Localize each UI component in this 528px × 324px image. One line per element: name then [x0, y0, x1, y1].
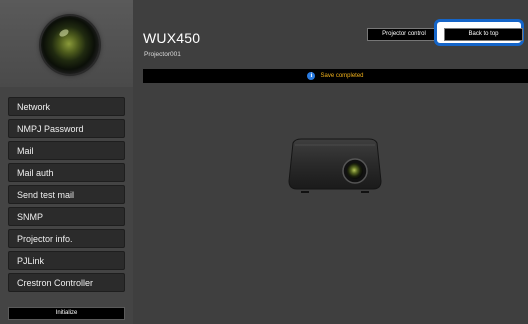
sidebar: Network NMPJ Password Mail Mail auth Sen…	[0, 0, 133, 324]
status-message-row: i Save completed	[143, 69, 528, 83]
sidebar-item-pjlink[interactable]: PJLink	[8, 251, 125, 270]
logo-area	[0, 0, 133, 87]
status-bar: i Save completed	[143, 69, 528, 83]
sidebar-item-mail-auth[interactable]: Mail auth	[8, 163, 125, 182]
status-message: Save completed	[320, 73, 364, 79]
model-title: WUX450	[143, 30, 201, 46]
projector-control-button[interactable]: Projector control	[367, 28, 441, 41]
info-icon: i	[307, 72, 316, 80]
sidebar-item-nmpj-password[interactable]: NMPJ Password	[8, 119, 125, 138]
sidebar-item-network[interactable]: Network	[8, 97, 125, 116]
sidebar-item-projector-info[interactable]: Projector info.	[8, 229, 125, 248]
projector-image	[288, 138, 382, 193]
sidebar-item-send-test-mail[interactable]: Send test mail	[8, 185, 125, 204]
projector-name: Projector001	[144, 51, 181, 58]
projector-lens-logo	[41, 16, 99, 74]
sidebar-item-mail[interactable]: Mail	[8, 141, 125, 160]
sidebar-item-snmp[interactable]: SNMP	[8, 207, 125, 226]
back-to-top-button[interactable]: Back to top	[444, 28, 523, 41]
initialize-button[interactable]: Initialize	[8, 307, 125, 320]
sidebar-item-crestron-controller[interactable]: Crestron Controller	[8, 273, 125, 292]
